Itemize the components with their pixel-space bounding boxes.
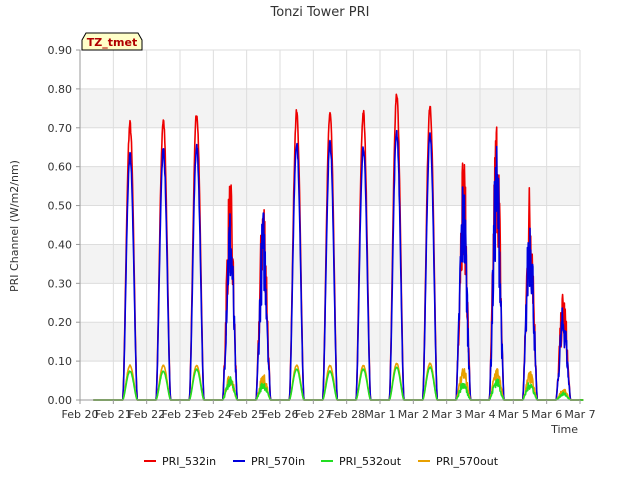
y-tick-label: 0.80 [48, 83, 73, 96]
y-tick-label: 0.20 [48, 316, 73, 329]
y-tick-label: 0.40 [48, 238, 73, 251]
x-tick-label: Feb 22 [128, 408, 165, 421]
plot-band [80, 205, 580, 245]
x-tick-label: Feb 25 [228, 408, 265, 421]
x-tick-label: Mar 5 [498, 408, 529, 421]
x-tick-label: Feb 26 [262, 408, 299, 421]
plot-band [80, 50, 580, 89]
y-tick-labels: 0.00 0.10 0.20 0.30 0.40 0.50 0.60 0.70 0.80 0.90 [48, 44, 80, 407]
legend-item-PRI_532out: PRI_532out [321, 455, 402, 468]
x-tick-label: Mar 4 [464, 408, 495, 421]
plot-band [80, 322, 580, 362]
y-axis-label: PRI Channel (W/m2/nm) [8, 160, 21, 292]
x-tick-label: Feb 27 [295, 408, 332, 421]
x-tick-label: Mar 2 [398, 408, 429, 421]
plot-band [80, 166, 580, 206]
plot-band [80, 283, 580, 323]
y-tick-label: 0.50 [48, 200, 73, 213]
chart-title: Tonzi Tower PRI [270, 5, 370, 20]
y-tick-label: 0.00 [48, 394, 73, 407]
y-tick-label: 0.90 [48, 44, 73, 57]
legend-item-PRI_570in: PRI_570in [233, 455, 305, 468]
legend-label: PRI_570in [251, 455, 305, 468]
y-tick-label: 0.10 [48, 355, 73, 368]
legend-label: PRI_570out [436, 455, 499, 468]
site-tag: TZ_tmet [81, 32, 143, 51]
x-tick-label: Mar 6 [531, 408, 562, 421]
x-tick-labels: Feb 20Feb 21Feb 22Feb 23Feb 24Feb 25Feb … [62, 400, 596, 421]
plot-background [80, 50, 580, 400]
y-tick-label: 0.60 [48, 161, 73, 174]
x-tick-label: Mar 7 [564, 408, 595, 421]
legend-item-PRI_532in: PRI_532in [144, 455, 216, 468]
legend-item-PRI_570out: PRI_570out [418, 455, 499, 468]
y-tick-label: 0.30 [48, 277, 73, 290]
legend-label: PRI_532in [162, 455, 216, 468]
x-tick-label: Feb 21 [95, 408, 132, 421]
y-tick-label: 0.70 [48, 122, 73, 135]
plot-band [80, 88, 580, 128]
x-tick-label: Feb 23 [162, 408, 199, 421]
x-axis-label: Time [550, 423, 578, 436]
x-tick-label: Feb 24 [195, 408, 232, 421]
chart: Tonzi Tower PRI 0.00 0.10 0.20 0.30 0.40 0.50… [8, 5, 596, 468]
x-tick-label: Mar 1 [364, 408, 395, 421]
legend: PRI_532in PRI_570in PRI_532out PRI_570out [144, 455, 499, 468]
plot-band [80, 244, 580, 284]
legend-label: PRI_532out [339, 455, 402, 468]
x-tick-label: Feb 20 [62, 408, 99, 421]
x-tick-label: Mar 3 [431, 408, 462, 421]
site-tag-label: TZ_tmet [87, 36, 137, 49]
x-tick-label: Feb 28 [328, 408, 365, 421]
